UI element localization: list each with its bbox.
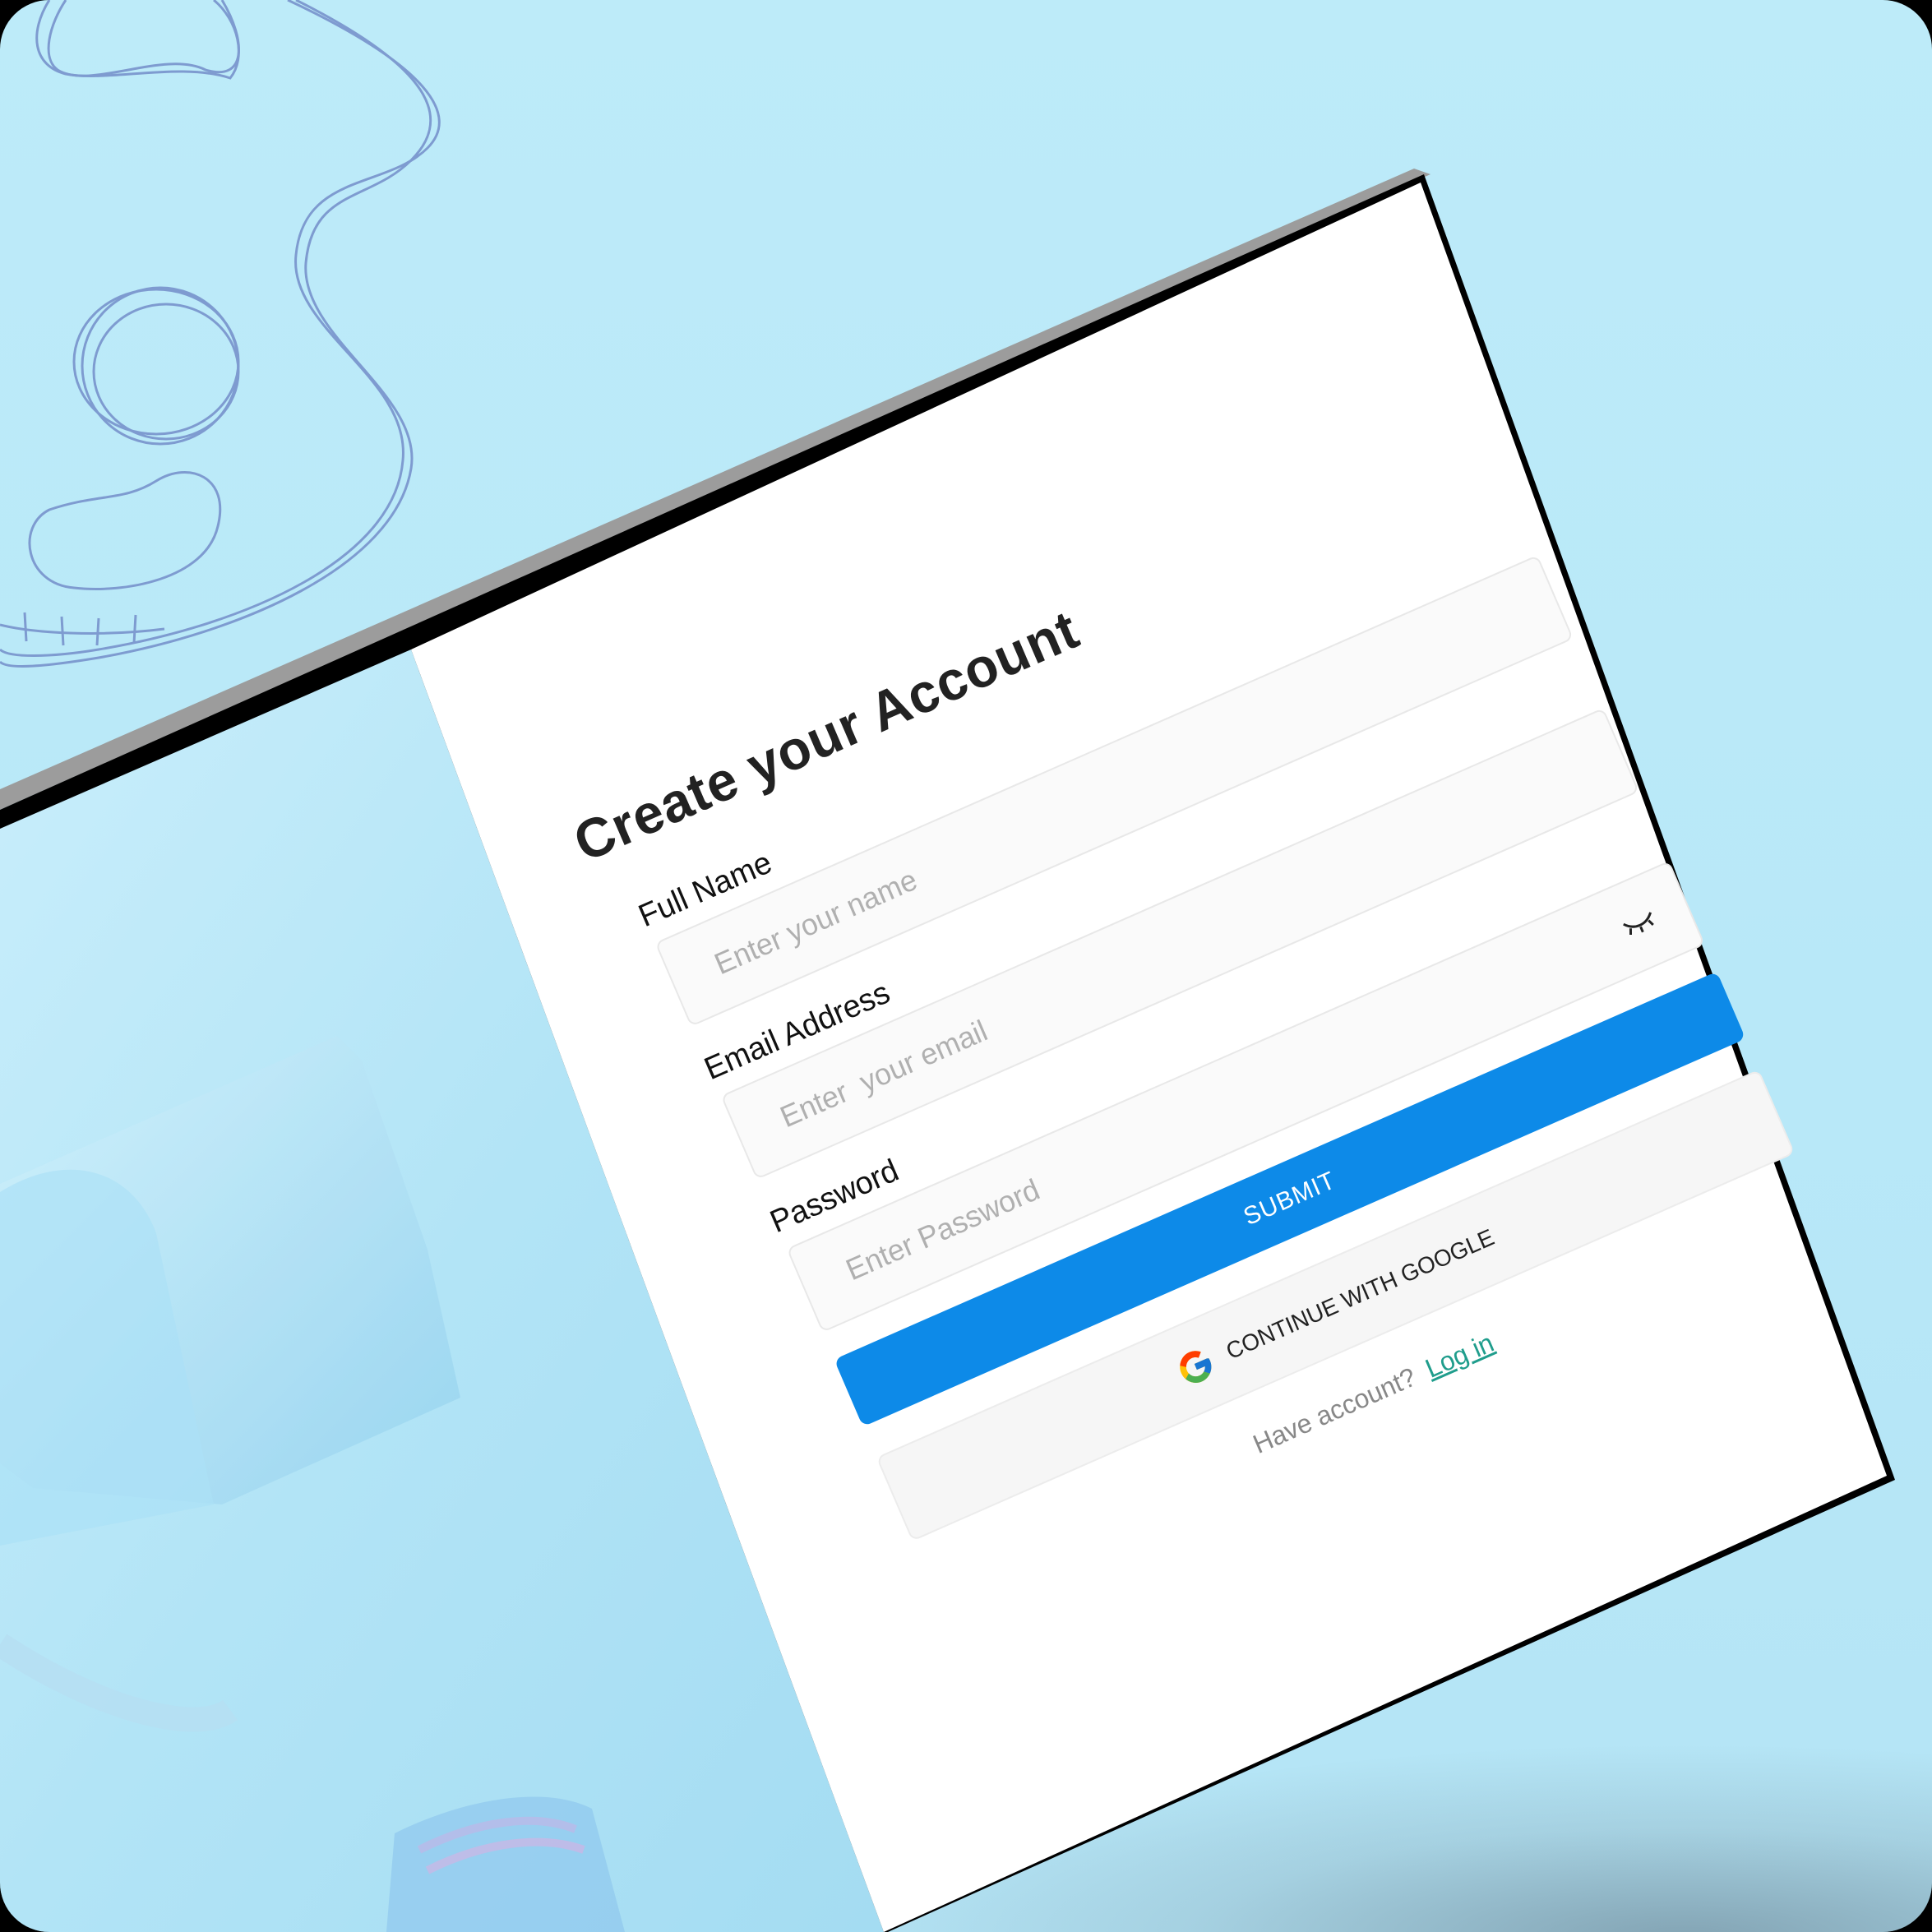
screenshot-canvas: Create your Account Full Name Email Addr… <box>0 0 1932 1932</box>
google-icon <box>1179 1351 1212 1384</box>
